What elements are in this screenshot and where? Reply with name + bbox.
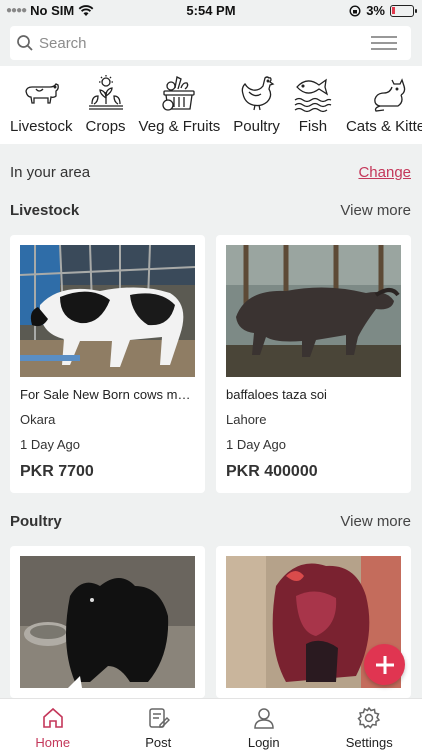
tab-label: Post [145,735,172,750]
category-crops[interactable]: Crops [86,66,126,135]
change-area-link[interactable]: Change [358,164,411,181]
listing-title: For Sale New Born cows male calf [20,387,196,402]
post-icon [149,708,171,728]
listing-card[interactable]: baffaloes taza soi Lahore 1 Day Ago PKR … [216,235,411,493]
category-label: Fish [298,118,328,135]
tab-settings[interactable]: Settings [317,699,422,750]
category-fish[interactable]: Fish [293,66,333,135]
status-bar: ●●●● No SIM 5:54 PM 3% [0,0,422,22]
category-label: Livestock [10,118,73,135]
user-icon [253,708,274,729]
category-veg-fruits[interactable]: Veg & Fruits [138,66,221,135]
bottom-tab-bar: Home Post Login Settings [0,698,422,750]
listing-posted: 1 Day Ago [20,437,80,452]
fish-icon [294,78,332,113]
tab-label: Login [247,735,280,750]
tab-label: Home [35,735,71,750]
category-label: Poultry [233,118,280,135]
tab-post[interactable]: Post [106,699,212,750]
listing-photo [20,245,195,377]
gear-icon [357,706,381,729]
crops-icon [88,75,123,110]
tab-label: Settings [345,735,393,750]
view-more-poultry[interactable]: View more [340,513,411,530]
menu-icon[interactable] [371,35,397,51]
tab-login[interactable]: Login [211,699,317,750]
section-title-livestock: Livestock [10,202,80,219]
category-label: Veg & Fruits [138,118,221,135]
search-input[interactable] [39,34,359,52]
battery-group: 3% [349,3,417,18]
category-label: Crops [85,118,126,135]
area-label: In your area [10,164,91,181]
listing-card[interactable] [10,546,205,698]
search-bar [10,26,411,60]
search-icon [17,35,33,51]
listing-city: Lahore [226,412,267,427]
battery-percent: 3% [366,3,385,18]
cat-icon [373,78,405,112]
category-label: Cats & Kitten [345,118,422,135]
listing-title: baffaloes taza soi [226,387,327,402]
add-post-button[interactable] [364,644,405,685]
category-livestock[interactable]: Livestock [10,66,73,135]
section-title-poultry: Poultry [10,513,62,530]
category-cats-kitten[interactable]: Cats & Kitten [346,66,422,135]
basket-icon [162,76,196,111]
tab-home[interactable]: Home [0,699,106,750]
home-icon [42,707,63,728]
cow-icon [25,83,60,104]
listing-photo [20,556,195,688]
listing-price: PKR 400000 [226,463,318,480]
orientation-lock-icon [349,4,361,17]
category-poultry[interactable]: Poultry [233,66,280,135]
listing-photo [226,245,401,377]
battery-icon [390,4,417,17]
listing-price: PKR 7700 [20,463,94,480]
view-more-livestock[interactable]: View more [340,202,411,219]
category-strip: Livestock Crops Veg & Fruits Poultry Fis… [0,66,422,144]
listing-city: Okara [20,412,56,427]
plus-icon [375,655,394,674]
listing-posted: 1 Day Ago [226,437,286,452]
area-row: In your area Change [10,164,411,181]
rooster-icon [241,76,275,111]
listing-card[interactable]: For Sale New Born cows male calf Okara 1… [10,235,205,493]
